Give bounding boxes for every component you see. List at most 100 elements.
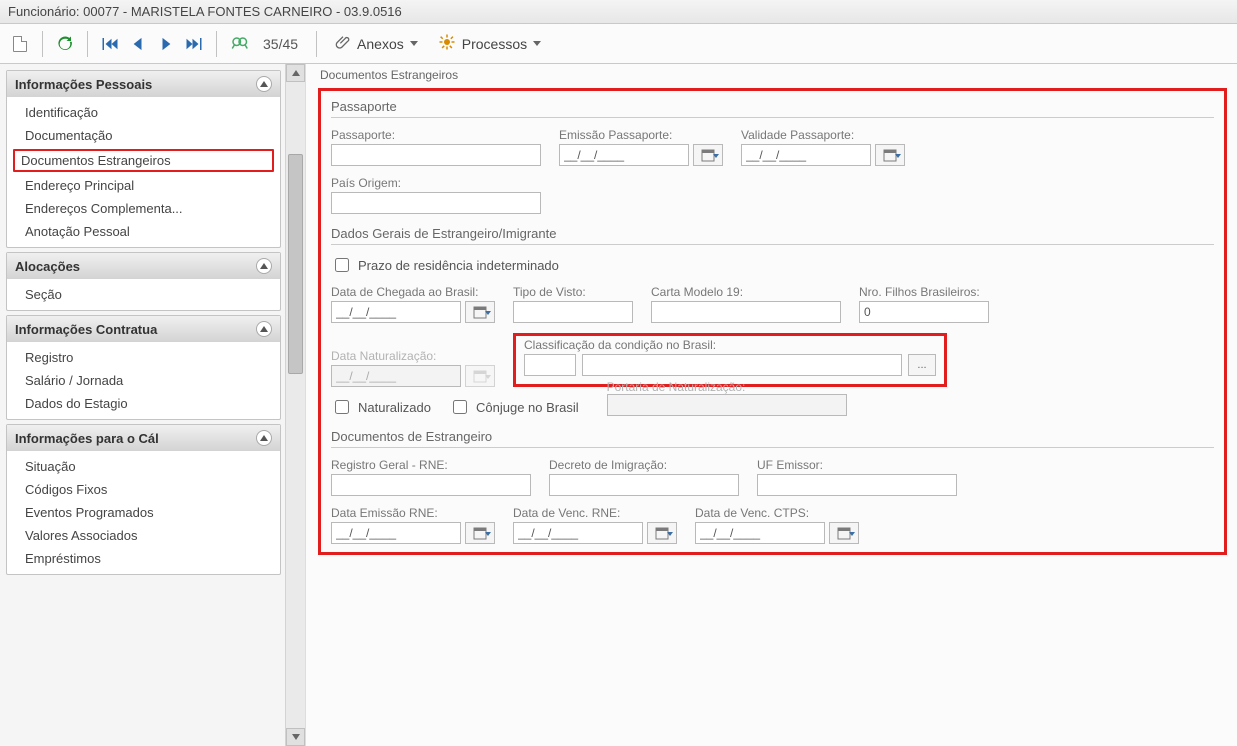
sidebar-item[interactable]: Anotação Pessoal bbox=[7, 220, 280, 243]
prazo-residencia-checkbox[interactable]: Prazo de residência indeterminado bbox=[331, 255, 559, 275]
anexos-label: Anexos bbox=[357, 36, 404, 52]
new-record-button[interactable] bbox=[8, 32, 32, 56]
passaporte-label: Passaporte: bbox=[331, 128, 541, 142]
data-venc-rne-input[interactable] bbox=[513, 522, 643, 544]
chevron-up-icon bbox=[256, 76, 272, 92]
chevron-up-icon bbox=[256, 258, 272, 274]
naturalizado-label: Naturalizado bbox=[358, 400, 431, 415]
nro-filhos-input[interactable] bbox=[859, 301, 989, 323]
scroll-thumb[interactable] bbox=[288, 154, 303, 374]
highlighted-section: Passaporte Passaporte: Emissão Passaport… bbox=[318, 88, 1227, 555]
data-emissao-rne-label: Data Emissão RNE: bbox=[331, 506, 495, 520]
validade-passaporte-datepicker[interactable] bbox=[875, 144, 905, 166]
main-content: Documentos Estrangeiros Passaporte Passa… bbox=[306, 64, 1237, 746]
nav-group: Alocações Seção bbox=[6, 252, 281, 311]
conjuge-checkbox[interactable]: Cônjuge no Brasil bbox=[449, 397, 579, 417]
sidebar-item[interactable]: Endereço Principal bbox=[7, 174, 280, 197]
tipo-visto-label: Tipo de Visto: bbox=[513, 285, 633, 299]
data-venc-ctps-datepicker[interactable] bbox=[829, 522, 859, 544]
sidebar-item[interactable]: Endereços Complementa... bbox=[7, 197, 280, 220]
nav-items: SituaçãoCódigos FixosEventos Programados… bbox=[7, 451, 280, 574]
sidebar-item[interactable]: Identificação bbox=[7, 101, 280, 124]
nav-items: RegistroSalário / JornadaDados do Estagi… bbox=[7, 342, 280, 419]
sidebar-item[interactable]: Dados do Estagio bbox=[7, 392, 280, 415]
next-record-button[interactable] bbox=[154, 32, 178, 56]
validade-passaporte-input[interactable] bbox=[741, 144, 871, 166]
data-venc-ctps-label: Data de Venc. CTPS: bbox=[695, 506, 859, 520]
last-record-button[interactable] bbox=[182, 32, 206, 56]
scroll-down-button[interactable] bbox=[286, 728, 305, 746]
data-emissao-rne-datepicker[interactable] bbox=[465, 522, 495, 544]
conjuge-checkbox-input[interactable] bbox=[453, 400, 467, 414]
sidebar-scrollbar[interactable] bbox=[285, 64, 305, 746]
sidebar-item[interactable]: Situação bbox=[7, 455, 280, 478]
sidebar-item[interactable]: Documentação bbox=[7, 124, 280, 147]
section-title-docs-estrangeiro: Documentos de Estrangeiro bbox=[331, 429, 1214, 448]
sidebar-item[interactable]: Valores Associados bbox=[7, 524, 280, 547]
classificacao-desc-input[interactable] bbox=[582, 354, 902, 376]
nav-group-title: Informações para o Cál bbox=[15, 431, 159, 446]
nav-group: Informações ContratuaRegistroSalário / J… bbox=[6, 315, 281, 420]
portaria-input bbox=[607, 394, 847, 416]
data-chegada-input[interactable] bbox=[331, 301, 461, 323]
nav-group: Informações PessoaisIdentificaçãoDocumen… bbox=[6, 70, 281, 248]
sidebar: Informações PessoaisIdentificaçãoDocumen… bbox=[0, 64, 285, 746]
sidebar-item[interactable]: Salário / Jornada bbox=[7, 369, 280, 392]
tipo-visto-input[interactable] bbox=[513, 301, 633, 323]
sidebar-item[interactable]: Empréstimos bbox=[7, 547, 280, 570]
anexos-dropdown[interactable]: Anexos bbox=[327, 30, 426, 57]
nav-group-header[interactable]: Informações para o Cál bbox=[7, 425, 280, 451]
scroll-up-button[interactable] bbox=[286, 64, 305, 82]
validade-passaporte-label: Validade Passaporte: bbox=[741, 128, 905, 142]
carta-modelo-label: Carta Modelo 19: bbox=[651, 285, 841, 299]
find-button[interactable] bbox=[227, 32, 251, 56]
data-venc-rne-datepicker[interactable] bbox=[647, 522, 677, 544]
paperclip-icon bbox=[335, 33, 351, 54]
chevron-up-icon bbox=[256, 321, 272, 337]
naturalizado-checkbox[interactable]: Naturalizado bbox=[331, 397, 431, 417]
nav-items: Seção bbox=[7, 279, 280, 310]
emissao-passaporte-datepicker[interactable] bbox=[693, 144, 723, 166]
carta-modelo-input[interactable] bbox=[651, 301, 841, 323]
sidebar-item[interactable]: Registro bbox=[7, 346, 280, 369]
uf-label: UF Emissor: bbox=[757, 458, 957, 472]
highlighted-classificacao: Classificação da condição no Brasil: ... bbox=[513, 333, 947, 387]
classificacao-label: Classificação da condição no Brasil: bbox=[524, 338, 936, 352]
prazo-residencia-label: Prazo de residência indeterminado bbox=[358, 258, 559, 273]
nav-group-title: Informações Pessoais bbox=[15, 77, 152, 92]
gear-icon bbox=[438, 33, 456, 54]
decreto-input[interactable] bbox=[549, 474, 739, 496]
sidebar-item[interactable]: Documentos Estrangeiros bbox=[13, 149, 274, 172]
nav-group-header[interactable]: Alocações bbox=[7, 253, 280, 279]
rne-input[interactable] bbox=[331, 474, 531, 496]
nro-filhos-label: Nro. Filhos Brasileiros: bbox=[859, 285, 989, 299]
data-chegada-datepicker[interactable] bbox=[465, 301, 495, 323]
prev-record-button[interactable] bbox=[126, 32, 150, 56]
data-naturalizacao-label: Data Naturalização: bbox=[331, 349, 495, 363]
sidebar-item[interactable]: Eventos Programados bbox=[7, 501, 280, 524]
data-emissao-rne-input[interactable] bbox=[331, 522, 461, 544]
sidebar-item[interactable]: Códigos Fixos bbox=[7, 478, 280, 501]
section-title-passaporte: Passaporte bbox=[331, 99, 1214, 118]
data-venc-ctps-input[interactable] bbox=[695, 522, 825, 544]
refresh-button[interactable] bbox=[53, 32, 77, 56]
sidebar-item[interactable]: Seção bbox=[7, 283, 280, 306]
nav-group-header[interactable]: Informações Pessoais bbox=[7, 71, 280, 97]
data-naturalizacao-input bbox=[331, 365, 461, 387]
classificacao-code-input[interactable] bbox=[524, 354, 576, 376]
prazo-residencia-checkbox-input[interactable] bbox=[335, 258, 349, 272]
pager-text: 35/45 bbox=[263, 36, 298, 52]
naturalizado-checkbox-input[interactable] bbox=[335, 400, 349, 414]
passaporte-input[interactable] bbox=[331, 144, 541, 166]
portaria-label: Portaria de Naturalização: bbox=[607, 380, 847, 394]
pais-origem-input[interactable] bbox=[331, 192, 541, 214]
toolbar: 35/45 Anexos Processos bbox=[0, 24, 1237, 64]
classificacao-lookup-button[interactable]: ... bbox=[908, 354, 936, 376]
uf-input[interactable] bbox=[757, 474, 957, 496]
decreto-label: Decreto de Imigração: bbox=[549, 458, 739, 472]
emissao-passaporte-input[interactable] bbox=[559, 144, 689, 166]
first-record-button[interactable] bbox=[98, 32, 122, 56]
nav-group-header[interactable]: Informações Contratua bbox=[7, 316, 280, 342]
chevron-down-icon bbox=[410, 41, 418, 46]
processos-dropdown[interactable]: Processos bbox=[430, 30, 549, 57]
